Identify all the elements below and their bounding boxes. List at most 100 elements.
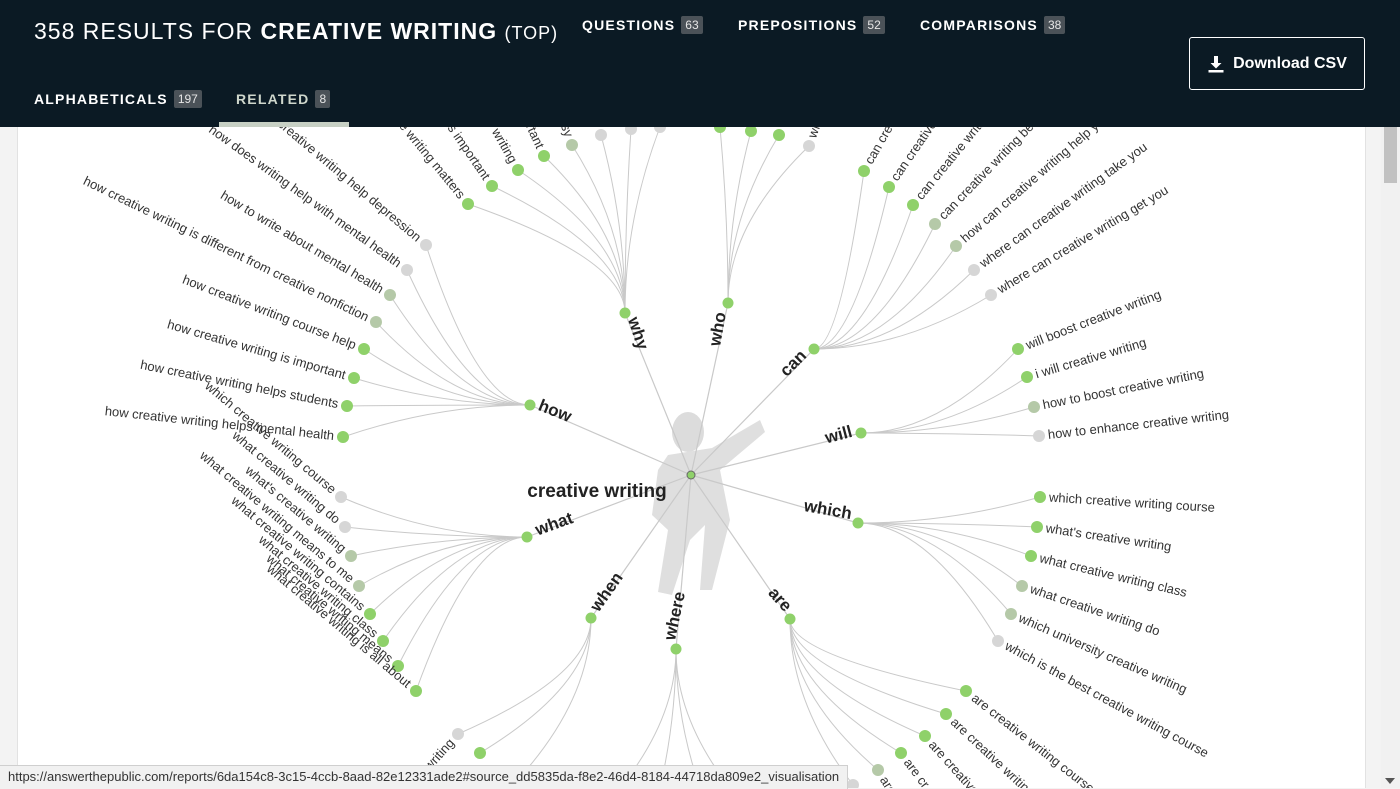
leaf-node[interactable]: [341, 400, 353, 412]
leaf-label[interactable]: which university creative writing: [1016, 610, 1190, 697]
tab-label: QUESTIONS: [582, 17, 676, 33]
branch-label-will[interactable]: will: [822, 422, 854, 448]
branch-node-how[interactable]: [524, 399, 536, 411]
active-tab-indicator: [219, 122, 349, 127]
leaf-node[interactable]: [1031, 521, 1043, 533]
leaf-node[interactable]: [1025, 550, 1037, 562]
branch-label-why[interactable]: why: [624, 314, 653, 353]
page-title: 358 RESULTS FOR CREATIVE WRITING (TOP): [34, 18, 558, 45]
leaf-node[interactable]: [929, 218, 941, 230]
leaf-node[interactable]: [401, 264, 413, 276]
leaf-link: [624, 126, 661, 314]
leaf-link: [342, 404, 531, 438]
leaf-node[interactable]: [895, 747, 907, 759]
leaf-label[interactable]: are cr: [901, 755, 933, 788]
leaf-link: [369, 536, 528, 615]
tab-questions[interactable]: QUESTIONS 63: [582, 16, 703, 34]
leaf-node[interactable]: [512, 164, 524, 176]
leaf-node[interactable]: [339, 521, 351, 533]
branch-label-which[interactable]: which: [802, 496, 854, 523]
leaf-node[interactable]: [370, 316, 382, 328]
tab-count: 197: [173, 90, 202, 108]
leaf-node[interactable]: [410, 685, 422, 697]
branch-node-when[interactable]: [585, 612, 597, 624]
leaf-label[interactable]: what's creative writing: [1044, 520, 1173, 554]
leaf-node[interactable]: [940, 708, 952, 720]
leaf-node[interactable]: [1033, 430, 1045, 442]
tab-prepositions[interactable]: PREPOSITIONS 52: [738, 16, 885, 34]
leaf-node[interactable]: [1034, 491, 1046, 503]
leaf-link: [479, 617, 592, 754]
leaf-node[interactable]: [872, 764, 884, 776]
leaf-node[interactable]: [452, 728, 464, 740]
tab-count: 63: [681, 16, 703, 34]
leaf-node[interactable]: [968, 264, 980, 276]
tab-alphabeticals[interactable]: ALPHABETICALS 197: [34, 90, 202, 108]
tab-count: 8: [315, 90, 331, 108]
leaf-node[interactable]: [950, 240, 962, 252]
branch-node-what[interactable]: [521, 531, 533, 543]
leaf-label[interactable]: which creative writing course: [1048, 490, 1216, 515]
sort-mode: (TOP): [504, 23, 559, 43]
leaf-node[interactable]: [486, 180, 498, 192]
leaf-node[interactable]: [348, 372, 360, 384]
leaf-link: [389, 294, 531, 406]
leaf-link: [350, 536, 528, 557]
results-header: 358 RESULTS FOR CREATIVE WRITING (TOP) Q…: [0, 0, 1400, 127]
branch-node-which[interactable]: [852, 517, 864, 529]
tab-count: 38: [1043, 16, 1066, 34]
leaf-node[interactable]: [337, 431, 349, 443]
leaf-label[interactable]: how to enhance creative writing: [1047, 407, 1230, 442]
leaf-node[interactable]: [538, 150, 550, 162]
leaf-node[interactable]: [1028, 401, 1040, 413]
leaf-node[interactable]: [907, 199, 919, 211]
leaf-node[interactable]: [919, 730, 931, 742]
leaf-node[interactable]: [595, 129, 607, 141]
download-csv-button[interactable]: Download CSV: [1189, 37, 1365, 90]
leaf-node[interactable]: [883, 181, 895, 193]
branch-node-will[interactable]: [855, 427, 867, 439]
branch-label-where[interactable]: where: [660, 590, 689, 643]
leaf-node[interactable]: [384, 289, 396, 301]
leaf-node[interactable]: [462, 198, 474, 210]
leaf-node[interactable]: [847, 779, 859, 788]
leaf-label[interactable]: how creative writing helps mental health: [104, 403, 335, 443]
leaf-node[interactable]: [1012, 343, 1024, 355]
tab-comparisons[interactable]: COMPARISONS 38: [920, 16, 1066, 34]
branch-node-are[interactable]: [784, 613, 796, 625]
branch-label-can[interactable]: can: [776, 346, 810, 380]
leaf-link: [813, 294, 992, 350]
tab-related[interactable]: RELATED 8: [236, 90, 331, 108]
leaf-node[interactable]: [773, 129, 785, 141]
branch-node-where[interactable]: [670, 643, 682, 655]
leaf-node[interactable]: [358, 343, 370, 355]
leaf-node[interactable]: [985, 289, 997, 301]
leaf-node[interactable]: [1016, 580, 1028, 592]
leaf-node[interactable]: [1005, 608, 1017, 620]
status-bar-url: https://answerthepublic.com/reports/6da1…: [0, 765, 849, 789]
branch-node-can[interactable]: [808, 343, 820, 355]
leaf-node[interactable]: [420, 239, 432, 251]
leaf-node[interactable]: [566, 139, 578, 151]
leaf-node[interactable]: [960, 685, 972, 697]
scroll-down-arrow-icon[interactable]: [1385, 778, 1395, 784]
branch-label-what[interactable]: what: [532, 508, 576, 540]
leaf-node[interactable]: [335, 491, 347, 503]
branch-node-why[interactable]: [619, 307, 631, 319]
download-icon: [1208, 55, 1224, 72]
leaf-node[interactable]: [474, 747, 486, 759]
leaf-node[interactable]: [992, 635, 1004, 647]
vertical-scrollbar[interactable]: [1381, 127, 1400, 788]
leaf-node[interactable]: [858, 165, 870, 177]
branch-label-who[interactable]: who: [705, 311, 730, 349]
leaf-link: [860, 376, 1028, 434]
scrollbar-thumb[interactable]: [1384, 127, 1397, 183]
leaf-node[interactable]: [1021, 371, 1033, 383]
leaf-link: [363, 348, 531, 406]
leaf-node[interactable]: [803, 140, 815, 152]
branch-node-who[interactable]: [722, 297, 734, 309]
leaf-link: [491, 185, 626, 314]
leaf-node[interactable]: [345, 550, 357, 562]
branch-label-when[interactable]: when: [586, 569, 627, 616]
leaf-label[interactable]: are creative writing courses: [969, 690, 1103, 788]
